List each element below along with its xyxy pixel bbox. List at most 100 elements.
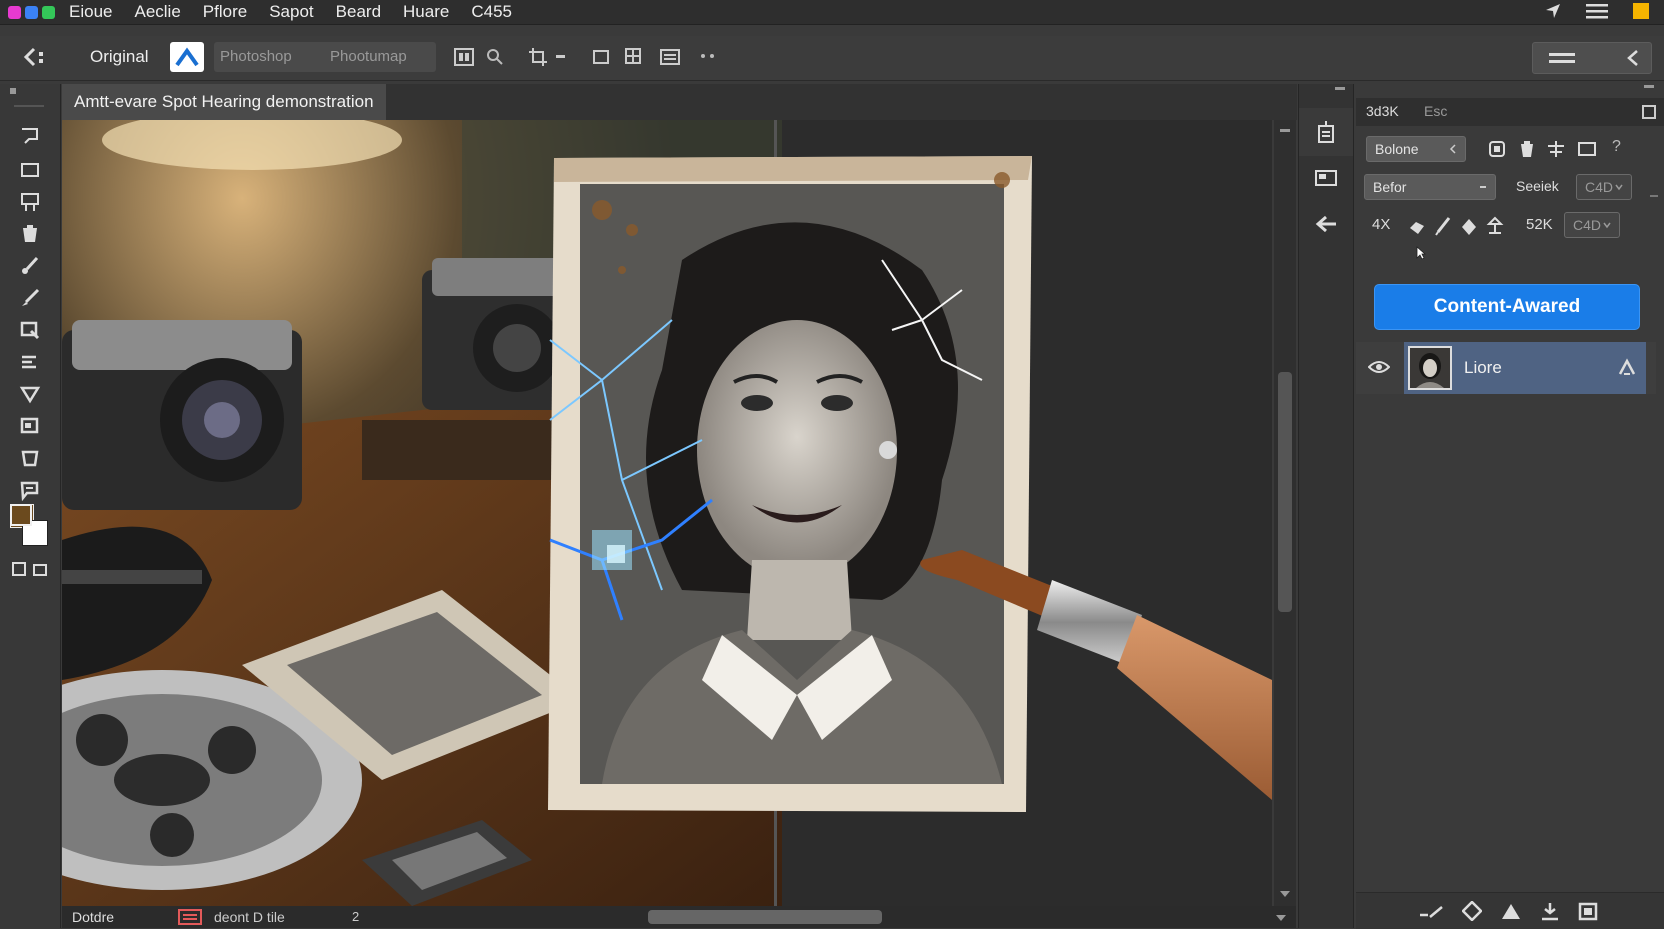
content-aware-button[interactable]: Content-Awared [1374,284,1640,330]
row-divider-icon [1650,195,1658,197]
quick-mask-icon[interactable] [12,562,48,576]
arrow-left-icon[interactable] [1314,214,1338,234]
note-tool[interactable] [18,478,42,502]
help-icon[interactable]: ? [1612,138,1621,156]
blend-dropdown[interactable]: Bolone [1366,136,1466,162]
new-layer-icon[interactable] [1578,901,1598,921]
layer-lock-icon[interactable] [1618,358,1636,376]
adjustment-layer-icon[interactable] [1540,901,1560,921]
menu-item-file[interactable]: Eioue [69,2,112,22]
status-arrow[interactable]: 2 [352,909,359,924]
document-tab[interactable]: Amtt-evare Spot Hearing demonstration [62,84,386,120]
dock-item-properties[interactable] [1299,108,1353,156]
pen-tool[interactable] [18,382,42,406]
menu-item-filter[interactable]: Beard [336,2,381,22]
layer-thumbnail [1408,346,1452,390]
search-value: C4D [1585,179,1614,195]
panel-grip-icon [10,88,16,94]
history-tool[interactable] [18,350,42,374]
scroll-down-icon[interactable] [1280,890,1290,898]
stamp-tool-icon[interactable] [1486,216,1504,236]
drop-icon[interactable] [1460,218,1478,236]
rectangle-icon[interactable] [592,48,610,66]
healing-tool-icon[interactable] [1408,218,1426,236]
home-icon [175,47,199,67]
align-icon[interactable] [1546,140,1566,158]
crop-tool[interactable] [18,190,42,214]
panel-dock-strip [1298,84,1354,928]
size-value: C4D [1573,217,1602,233]
tools-panel [0,84,61,928]
trash-icon[interactable] [1518,140,1536,158]
layout-icon[interactable] [660,48,680,66]
type-tool[interactable] [18,446,42,470]
search-value-field[interactable]: C4D [1576,174,1632,200]
marquee-tool[interactable] [18,158,42,182]
stamp-tool[interactable] [18,318,42,342]
options-bar: Original Photoshop Phootumap [0,36,1664,81]
visibility-eye-icon[interactable] [1368,360,1390,374]
shape-tool[interactable] [18,414,42,438]
fx-icon[interactable] [1462,901,1482,921]
blend-dropdown-value: Bolone [1375,141,1419,157]
adjustments-icon[interactable] [1314,168,1338,188]
minus-icon[interactable] [556,54,566,60]
link-layers-icon[interactable] [1418,903,1446,921]
grid-icon[interactable] [624,47,642,65]
menu-item-select[interactable]: Sapot [269,2,313,22]
location-icon[interactable] [1544,2,1562,20]
back-arrow-icon[interactable] [22,46,50,68]
layer-row[interactable]: Liore [1356,342,1656,394]
rectangle-select-icon [21,163,39,177]
panel-lines-icon [1549,53,1575,63]
original-label[interactable]: Original [90,47,149,67]
hamburger-menu-icon[interactable] [1586,3,1608,19]
properties-icon [1318,121,1334,143]
brush-tool[interactable] [18,254,42,278]
mask-icon[interactable] [1500,901,1522,921]
brush-icon [22,256,39,274]
tab-photoshop[interactable]: Photoshop [220,48,292,65]
more-options-icon[interactable] [700,52,716,60]
zoom-icon[interactable] [486,48,504,66]
document-tab-title: Amtt-evare Spot Hearing demonstration [74,92,374,111]
healing-brush-icon [22,288,40,306]
dropdown-handle-icon [1480,186,1486,188]
lasso-tool[interactable] [18,124,42,148]
layer-name[interactable]: Liore [1464,358,1502,378]
menu-item-edit[interactable]: Aeclie [134,2,180,22]
app-logo-icon [8,5,55,19]
eraser-tool[interactable] [18,222,42,246]
vertical-scrollbar[interactable] [1274,120,1296,906]
home-button[interactable] [170,42,204,72]
image-canvas[interactable] [62,120,1272,906]
link-icon[interactable] [1488,140,1506,158]
vertical-scroll-thumb[interactable] [1278,372,1292,612]
horizontal-scroll-thumb[interactable] [648,910,882,924]
healing-brush-tool[interactable] [18,286,42,310]
frame-icon[interactable] [454,48,474,66]
pencil-icon[interactable] [1434,216,1452,236]
scroll-up-icon[interactable] [1280,128,1290,134]
tab-photoumap[interactable]: Phootumap [330,48,407,65]
size-value-field[interactable]: C4D [1564,212,1620,238]
stamp-icon [20,321,40,340]
color-swatch-icon[interactable] [1632,2,1650,20]
document-info-text[interactable]: deont D tile [214,909,285,925]
menu-item-window[interactable]: C455 [471,2,512,22]
menu-item-view[interactable]: Huare [403,2,449,22]
crop-icon[interactable] [528,47,548,67]
lasso-icon [22,128,38,144]
menu-item-image[interactable]: Pflore [203,2,247,22]
foreground-color-overlay[interactable] [10,504,32,526]
mode-dropdown[interactable]: Befor [1364,174,1496,200]
status-bar: Dotdre deont D tile 2 [62,906,1296,928]
mouse-cursor-icon [1416,246,1426,260]
panel-tab-secondary[interactable]: Esc [1424,103,1447,119]
panel-options-icon[interactable] [1642,105,1656,119]
panel-tab-primary[interactable]: 3d3K [1366,103,1399,119]
frame-outline-icon[interactable] [1578,141,1596,157]
panel-switcher[interactable] [1532,42,1652,74]
scroll-right-icon[interactable] [1276,914,1286,922]
speech-bubble-icon [20,481,39,501]
